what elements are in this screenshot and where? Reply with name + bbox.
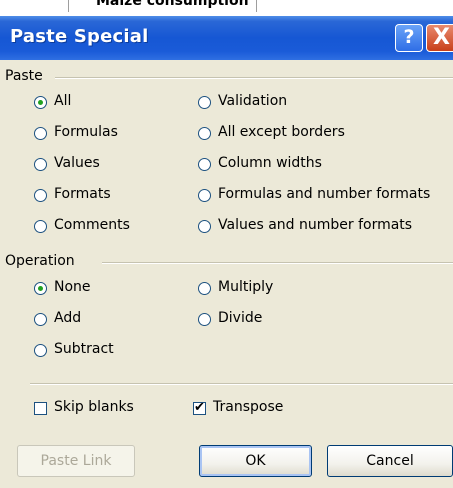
radio-indicator[interactable] <box>34 189 47 202</box>
checkbox-label: Skip blanks <box>54 399 134 415</box>
close-icon: X <box>433 25 450 50</box>
radio-indicator[interactable] <box>198 96 211 109</box>
paste-link-button[interactable]: Paste Link <box>17 445 135 477</box>
radio-label: Formulas <box>54 124 118 140</box>
background-cell-text: Maize consumption <box>96 0 249 9</box>
radio-indicator[interactable] <box>34 313 47 326</box>
radio-indicator[interactable] <box>34 220 47 233</box>
radio-label: Column widths <box>218 155 322 171</box>
radio-label: Add <box>54 310 82 326</box>
radio-label: Comments <box>54 217 130 233</box>
radio-indicator[interactable] <box>34 344 47 357</box>
radio-label: Formats <box>54 186 111 202</box>
paste-group-line <box>55 77 453 79</box>
radio-indicator[interactable] <box>34 158 47 171</box>
radio-label: Divide <box>218 310 263 326</box>
radio-label: None <box>54 279 91 295</box>
operation-group-label: Operation <box>5 253 75 269</box>
radio-indicator[interactable] <box>34 96 47 109</box>
radio-indicator[interactable] <box>198 127 211 140</box>
dialog-titlebar[interactable]: Paste Special ? X <box>0 16 453 60</box>
radio-label: Multiply <box>218 279 274 295</box>
radio-indicator[interactable] <box>198 313 211 326</box>
help-button[interactable]: ? <box>395 24 423 52</box>
radio-indicator[interactable] <box>34 127 47 140</box>
dialog-title: Paste Special <box>10 26 149 47</box>
radio-indicator[interactable] <box>198 158 211 171</box>
radio-indicator[interactable] <box>198 220 211 233</box>
checkbox-indicator[interactable] <box>34 402 47 415</box>
radio-label: All except borders <box>218 124 345 140</box>
operation-group-line <box>102 262 453 264</box>
checkbox-label: Transpose <box>213 399 284 415</box>
paste-group-label: Paste <box>5 68 43 84</box>
radio-label: Subtract <box>54 341 114 357</box>
cancel-button[interactable]: Cancel <box>327 445 453 477</box>
background-spreadsheet-strip: Maize consumption <box>0 0 453 16</box>
dialog-body: Paste All Formulas Values Formats Commen… <box>0 60 453 488</box>
ok-button[interactable]: OK <box>199 445 312 477</box>
cell-border <box>256 0 257 12</box>
radio-label: All <box>54 93 72 109</box>
cell-border <box>68 0 69 12</box>
radio-label: Formulas and number formats <box>218 186 431 202</box>
radio-indicator[interactable] <box>198 282 211 295</box>
radio-label: Values and number formats <box>218 217 413 233</box>
checkbox-indicator[interactable]: ✔ <box>193 400 206 415</box>
separator-line <box>30 383 453 385</box>
help-icon: ? <box>403 26 415 48</box>
close-button[interactable]: X <box>426 24 453 52</box>
radio-indicator[interactable] <box>198 189 211 202</box>
radio-indicator[interactable] <box>34 282 47 295</box>
radio-label: Values <box>54 155 100 171</box>
checkmark-icon: ✔ <box>194 400 205 415</box>
radio-label: Validation <box>218 93 288 109</box>
